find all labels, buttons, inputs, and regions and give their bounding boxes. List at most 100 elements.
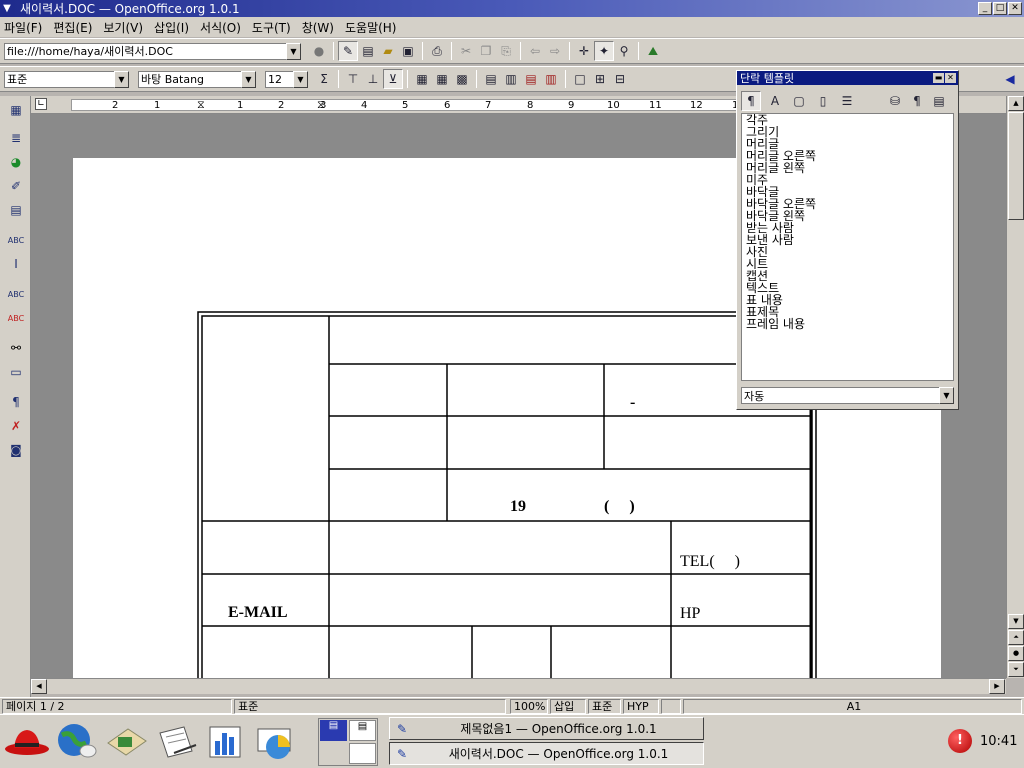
zoom-indicator[interactable]: 100% — [510, 699, 548, 714]
sum-icon[interactable]: Σ — [314, 69, 334, 89]
url-dropdown-button[interactable]: ▼ — [286, 42, 301, 60]
insert-mode-indicator[interactable]: 삽입 — [550, 699, 586, 714]
page-indicator[interactable]: 페이지 1 / 2 — [2, 699, 232, 714]
mail-client-icon[interactable] — [104, 723, 150, 761]
previous-page-button[interactable]: ⏶ — [1008, 630, 1024, 645]
stylist-panel[interactable]: 단락 템플릿 ▬ ✕ ¶ A ▢ ▯ ☰ ⛁ ¶ ▤ 각주 그리기 머리글 머리… — [736, 70, 959, 410]
borders-icon[interactable]: ▦ — [412, 69, 432, 89]
paragraph-style-dropdown[interactable]: ▼ — [114, 70, 129, 88]
align-top-icon[interactable]: ⊤ — [343, 69, 363, 89]
new-style-icon[interactable]: ¶ — [907, 91, 927, 111]
horizontal-scrollbar[interactable]: ◀ ▶ — [31, 678, 1006, 694]
print-icon[interactable]: ⎙ — [427, 41, 447, 61]
menu-format[interactable]: 서식(O) — [200, 19, 241, 36]
redo-icon[interactable]: ⇨ — [545, 41, 565, 61]
font-name-dropdown[interactable]: ▼ — [241, 70, 256, 88]
navigator-icon[interactable]: ✛ — [574, 41, 594, 61]
maximize-button[interactable]: □ — [993, 2, 1007, 15]
style-indicator[interactable]: 표준 — [234, 699, 506, 714]
delete-row-icon[interactable]: ▤ — [521, 69, 541, 89]
update-alert-icon[interactable]: ! — [948, 729, 972, 753]
cut-icon[interactable]: ✂ — [456, 41, 476, 61]
scroll-down-button[interactable]: ▼ — [1008, 614, 1024, 629]
stop-load-icon[interactable]: ● — [309, 41, 329, 61]
undo-icon[interactable]: ⇦ — [525, 41, 545, 61]
paste-icon[interactable]: ⎘ — [496, 41, 516, 61]
table-props-icon[interactable]: ⊟ — [610, 69, 630, 89]
align-center-icon[interactable]: ⊥ — [363, 69, 383, 89]
stylist-close-button[interactable]: ✕ — [945, 73, 956, 83]
menu-tools[interactable]: 도구(T) — [252, 19, 291, 36]
workspace-1[interactable]: ▤ — [320, 720, 347, 741]
style-item[interactable]: 시트 — [742, 258, 953, 270]
stylist-icon[interactable]: ✦ — [594, 41, 614, 61]
style-item[interactable]: 프레임 내용 — [742, 318, 953, 330]
font-size-dropdown[interactable]: ▼ — [293, 70, 308, 88]
navigation-button[interactable]: ● — [1008, 646, 1024, 661]
online-layout-icon[interactable]: ◙ — [6, 440, 26, 460]
stylist-titlebar[interactable]: 단락 템플릿 ▬ ✕ — [737, 71, 958, 85]
menu-window[interactable]: 창(W) — [302, 19, 334, 36]
calc-launcher-icon[interactable] — [206, 723, 246, 761]
save-icon[interactable]: ▣ — [398, 41, 418, 61]
graphics-off-icon[interactable]: ✗ — [6, 416, 26, 436]
form-icon[interactable]: ▤ — [6, 200, 26, 220]
window-titlebar[interactable]: ▼ 새이력서.DOC — OpenOffice.org 1.0.1 _ □ ✕ — [0, 0, 1024, 17]
menu-view[interactable]: 보기(V) — [103, 19, 143, 36]
numbering-styles-icon[interactable]: ☰ — [837, 91, 857, 111]
insert-row-icon[interactable]: ▤ — [481, 69, 501, 89]
draw-functions-icon[interactable]: ✐ — [6, 176, 26, 196]
web-browser-icon[interactable] — [54, 721, 98, 761]
close-button[interactable]: ✕ — [1008, 2, 1022, 15]
gallery-icon[interactable]: ⛰ — [643, 41, 663, 61]
update-style-icon[interactable]: ▤ — [929, 91, 949, 111]
next-page-button[interactable]: ⏷ — [1008, 662, 1024, 677]
scroll-left-button[interactable]: ◀ — [31, 679, 47, 694]
insert-table-icon[interactable]: ▦ — [6, 100, 26, 120]
frame-styles-icon[interactable]: ▢ — [789, 91, 809, 111]
menu-insert[interactable]: 삽입(I) — [154, 19, 189, 36]
indent-marker-icon[interactable]: ⧖ — [197, 98, 205, 112]
scroll-right-button[interactable]: ▶ — [989, 679, 1005, 694]
open-folder-icon[interactable]: ▰ — [378, 41, 398, 61]
impress-launcher-icon[interactable] — [252, 723, 298, 761]
align-bottom-icon[interactable]: ⊻ — [383, 69, 403, 89]
autospell-icon[interactable]: ABC — [6, 308, 26, 328]
style-item[interactable]: 사진 — [742, 246, 953, 258]
style-item[interactable]: 보낸 사람 — [742, 234, 953, 246]
redhat-hat-icon[interactable] — [4, 723, 50, 757]
delete-column-icon[interactable]: ▥ — [541, 69, 561, 89]
taskbar-item-untitled[interactable]: ✎ 제목없음1 — OpenOffice.org 1.0.1 — [389, 717, 704, 740]
menu-edit[interactable]: 편집(E) — [53, 19, 92, 36]
tab-type-icon[interactable]: ∟ — [35, 98, 47, 110]
copy-icon[interactable]: ❐ — [476, 41, 496, 61]
page-styles-icon[interactable]: ▯ — [813, 91, 833, 111]
scroll-thumb[interactable] — [1008, 112, 1024, 220]
character-styles-icon[interactable]: A — [765, 91, 785, 111]
hyperlink-mode-indicator[interactable]: HYP — [623, 699, 659, 714]
insert-object-icon[interactable]: ◕ — [6, 152, 26, 172]
insert-column-icon[interactable]: ▥ — [501, 69, 521, 89]
right-indent-marker-icon[interactable]: ⧖ — [317, 98, 325, 112]
workspace-4[interactable] — [349, 743, 376, 764]
vertical-scrollbar[interactable]: ▲ ▼ ⏶ ● ⏷ — [1006, 96, 1024, 678]
hyperlink-icon[interactable]: ⚲ — [614, 41, 634, 61]
table-icon[interactable]: ▦ — [432, 69, 452, 89]
menu-file[interactable]: 파일(F) — [4, 19, 42, 36]
stylist-filter-combo[interactable]: 자동 — [741, 387, 939, 404]
paragraph-style-combo[interactable]: 표준 — [4, 70, 114, 88]
font-name-combo[interactable]: 바탕 Batang — [138, 70, 241, 88]
minimize-button[interactable]: _ — [978, 2, 992, 15]
text-cursor-icon[interactable]: I — [6, 254, 26, 274]
style-item[interactable]: 머리글 왼쪽 — [742, 162, 953, 174]
optimize-icon[interactable]: ⊞ — [590, 69, 610, 89]
new-document-icon[interactable]: ▤ — [358, 41, 378, 61]
spellcheck-icon[interactable]: ABC — [6, 284, 26, 304]
edit-file-icon[interactable]: ✎ — [338, 41, 358, 61]
menu-help[interactable]: 도움말(H) — [345, 19, 397, 36]
window-menu-icon[interactable]: ▼ — [0, 3, 14, 14]
table-format-icon[interactable]: ▩ — [452, 69, 472, 89]
autocomplete-icon[interactable]: ABC — [6, 230, 26, 250]
stylist-filter[interactable]: 자동 ▼ — [741, 387, 954, 404]
font-size-combo[interactable]: 12 — [265, 70, 293, 88]
